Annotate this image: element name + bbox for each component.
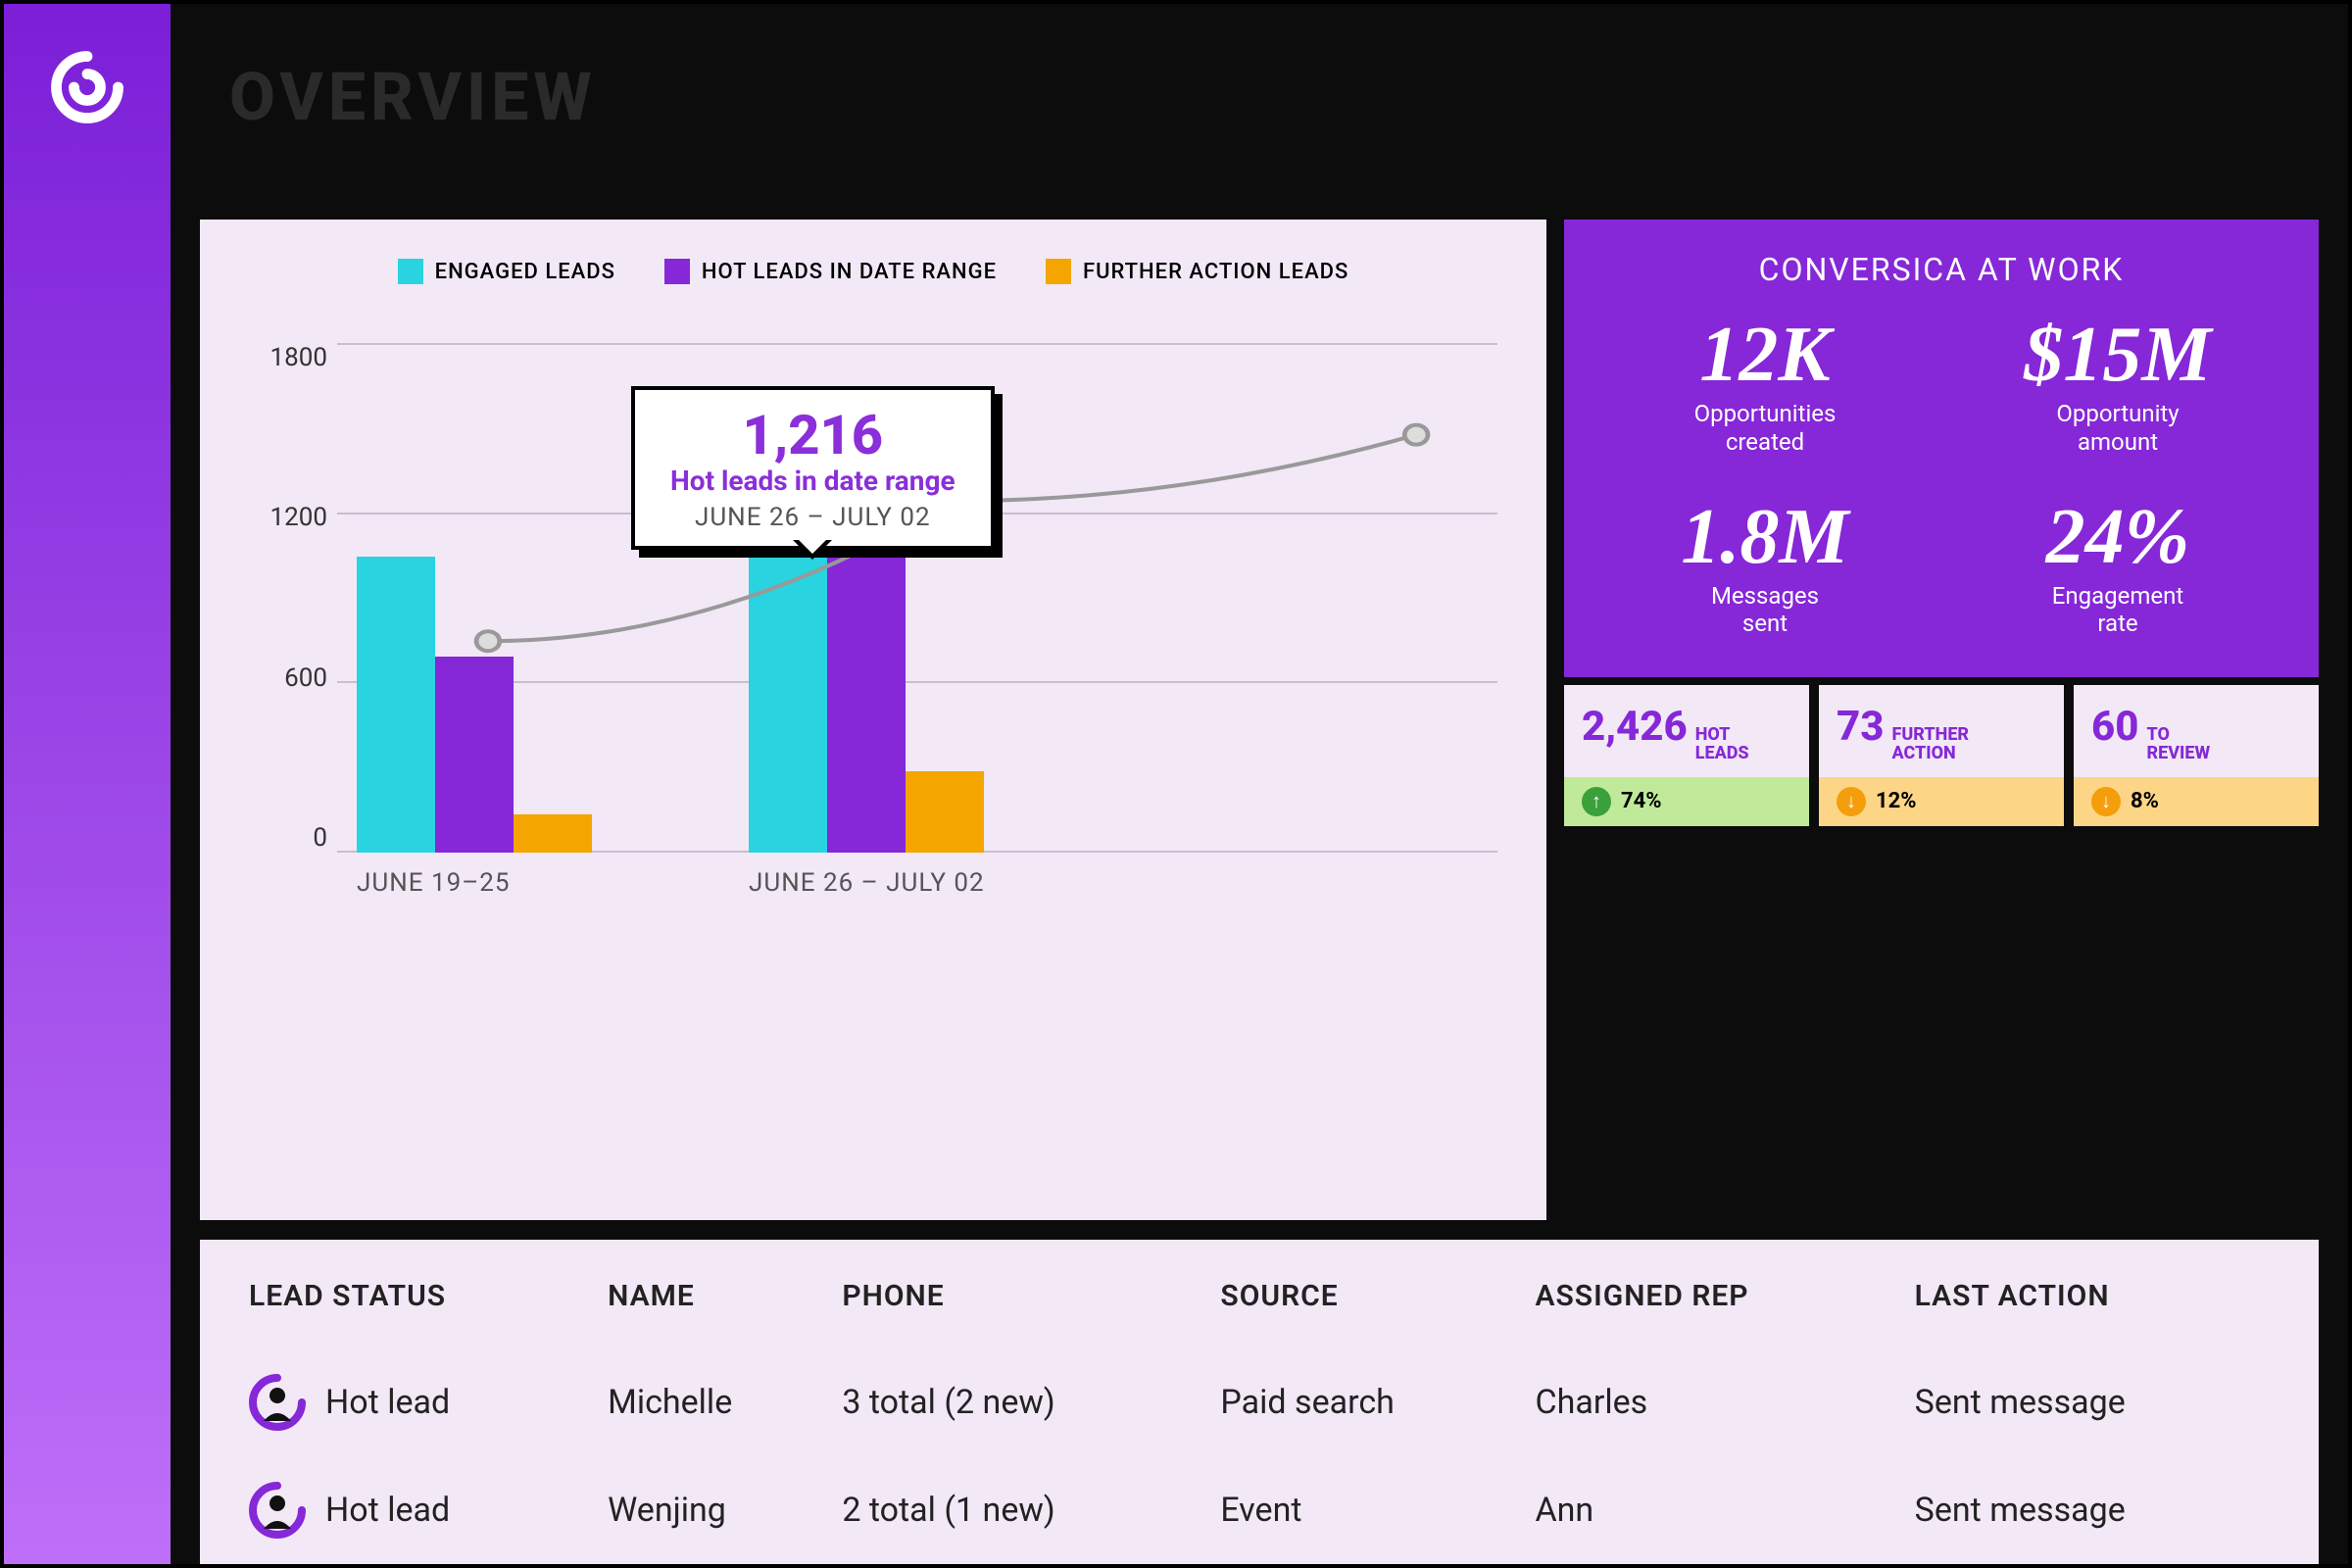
stat-label: Messagessent xyxy=(1603,582,1927,639)
col-lead-status[interactable]: LEAD STATUS xyxy=(239,1269,598,1348)
mini-label: TOREVIEW xyxy=(2146,726,2210,763)
bar[interactable] xyxy=(827,543,906,853)
mini-value: 60 xyxy=(2091,703,2138,751)
titlebar: OVERVIEW xyxy=(171,4,2348,220)
tooltip-range: JUNE 26 – JULY 02 xyxy=(670,503,956,532)
x-label: JUNE 26 – JULY 02 xyxy=(749,868,1023,898)
chart-legend: ENGAGED LEADS HOT LEADS IN DATE RANGE FU… xyxy=(249,259,1497,284)
stat-value: $15M xyxy=(1956,316,2279,394)
stat-item: 12K Opportunitiescreated xyxy=(1603,316,1927,457)
mini-label: HOTLEADS xyxy=(1695,726,1749,763)
lead-source: Event xyxy=(1210,1456,1525,1564)
lead-phone: 2 total (1 new) xyxy=(832,1456,1210,1564)
legend-hot[interactable]: HOT LEADS IN DATE RANGE xyxy=(664,259,997,284)
lead-rep: Ann xyxy=(1525,1456,1904,1564)
bar[interactable] xyxy=(435,657,514,853)
mini-label: FURTHERACTION xyxy=(1891,726,1969,763)
stat-item: $15M Opportunityamount xyxy=(1956,316,2279,457)
delta-value: 12% xyxy=(1876,789,1917,813)
delta-value: 74% xyxy=(1621,789,1662,813)
y-tick: 1200 xyxy=(249,503,327,532)
lead-name: Wenjing xyxy=(598,1456,832,1564)
legend-further[interactable]: FURTHER ACTION LEADS xyxy=(1046,259,1348,284)
stat-label: Opportunityamount xyxy=(1956,400,2279,457)
leads-chart-card: ENGAGED LEADS HOT LEADS IN DATE RANGE FU… xyxy=(200,220,1546,1220)
col-phone[interactable]: PHONE xyxy=(832,1269,1210,1348)
lead-action: Sent message xyxy=(1905,1348,2279,1456)
tooltip-value: 1,216 xyxy=(670,408,956,463)
bar[interactable] xyxy=(514,814,592,853)
mini-card[interactable]: 60TOREVIEW ↓ 8% xyxy=(2074,685,2319,826)
stat-value: 24% xyxy=(1956,498,2279,576)
logo-icon xyxy=(43,43,131,131)
page-title: OVERVIEW xyxy=(229,58,2289,136)
delta-value: 8% xyxy=(2131,789,2159,813)
mini-value: 2,426 xyxy=(1582,703,1688,751)
swatch-icon xyxy=(1046,259,1071,284)
conversica-stats-card: CONVERSICA AT WORK 12K Opportunitiescreat… xyxy=(1564,220,2319,677)
stat-value: 12K xyxy=(1603,316,1927,394)
bar[interactable] xyxy=(906,771,984,853)
table-header-row: LEAD STATUS NAME PHONE SOURCE ASSIGNED R… xyxy=(239,1269,2279,1348)
table-row[interactable]: Hot lead Michelle3 total (2 new)Paid sear… xyxy=(239,1348,2279,1456)
table-row[interactable]: Hot lead Wenjing2 total (1 new)EventAnnSe… xyxy=(239,1456,2279,1564)
swatch-icon xyxy=(398,259,423,284)
swatch-icon xyxy=(664,259,690,284)
stats-title: CONVERSICA AT WORK xyxy=(1603,251,2279,288)
lead-status: Hot lead xyxy=(325,1383,450,1422)
lead-status: Hot lead xyxy=(325,1491,450,1530)
x-label: JUNE 19–25 xyxy=(357,868,631,898)
lead-phone: 3 total (2 new) xyxy=(832,1348,1210,1456)
lead-source: Paid search xyxy=(1210,1348,1525,1456)
bar[interactable] xyxy=(357,557,435,853)
mini-value: 73 xyxy=(1837,703,1884,751)
arrow-up-icon: ↑ xyxy=(1582,787,1611,816)
lead-rep: Charles xyxy=(1525,1348,1904,1456)
y-tick: 600 xyxy=(249,663,327,693)
avatar-icon xyxy=(249,1374,306,1431)
col-name[interactable]: NAME xyxy=(598,1269,832,1348)
lead-name: Michelle xyxy=(598,1348,832,1456)
y-tick: 0 xyxy=(249,823,327,853)
stat-item: 1.8M Messagessent xyxy=(1603,498,1927,639)
stat-item: 24% Engagementrate xyxy=(1956,498,2279,639)
sidebar xyxy=(4,4,171,1564)
mini-card[interactable]: 73FURTHERACTION ↓ 12% xyxy=(1819,685,2064,826)
col-last-action[interactable]: LAST ACTION xyxy=(1905,1269,2279,1348)
arrow-down-icon: ↓ xyxy=(1837,787,1866,816)
chart-tooltip: 1,216 Hot leads in date range JUNE 26 – … xyxy=(631,386,995,550)
legend-engaged[interactable]: ENGAGED LEADS xyxy=(398,259,615,284)
leads-table: LEAD STATUS NAME PHONE SOURCE ASSIGNED R… xyxy=(200,1240,2319,1564)
arrow-down-icon: ↓ xyxy=(2091,787,2121,816)
lead-action: Sent message xyxy=(1905,1456,2279,1564)
stat-label: Opportunitiescreated xyxy=(1603,400,1927,457)
y-tick: 1800 xyxy=(249,343,327,372)
bar-group xyxy=(357,343,631,853)
stat-label: Engagementrate xyxy=(1956,582,2279,639)
avatar-icon xyxy=(249,1482,306,1539)
col-source[interactable]: SOURCE xyxy=(1210,1269,1525,1348)
mini-card[interactable]: 2,426HOTLEADS ↑ 74% xyxy=(1564,685,1809,826)
tooltip-label: Hot leads in date range xyxy=(670,465,956,497)
stat-value: 1.8M xyxy=(1603,498,1927,576)
col-assigned-rep[interactable]: ASSIGNED REP xyxy=(1525,1269,1904,1348)
